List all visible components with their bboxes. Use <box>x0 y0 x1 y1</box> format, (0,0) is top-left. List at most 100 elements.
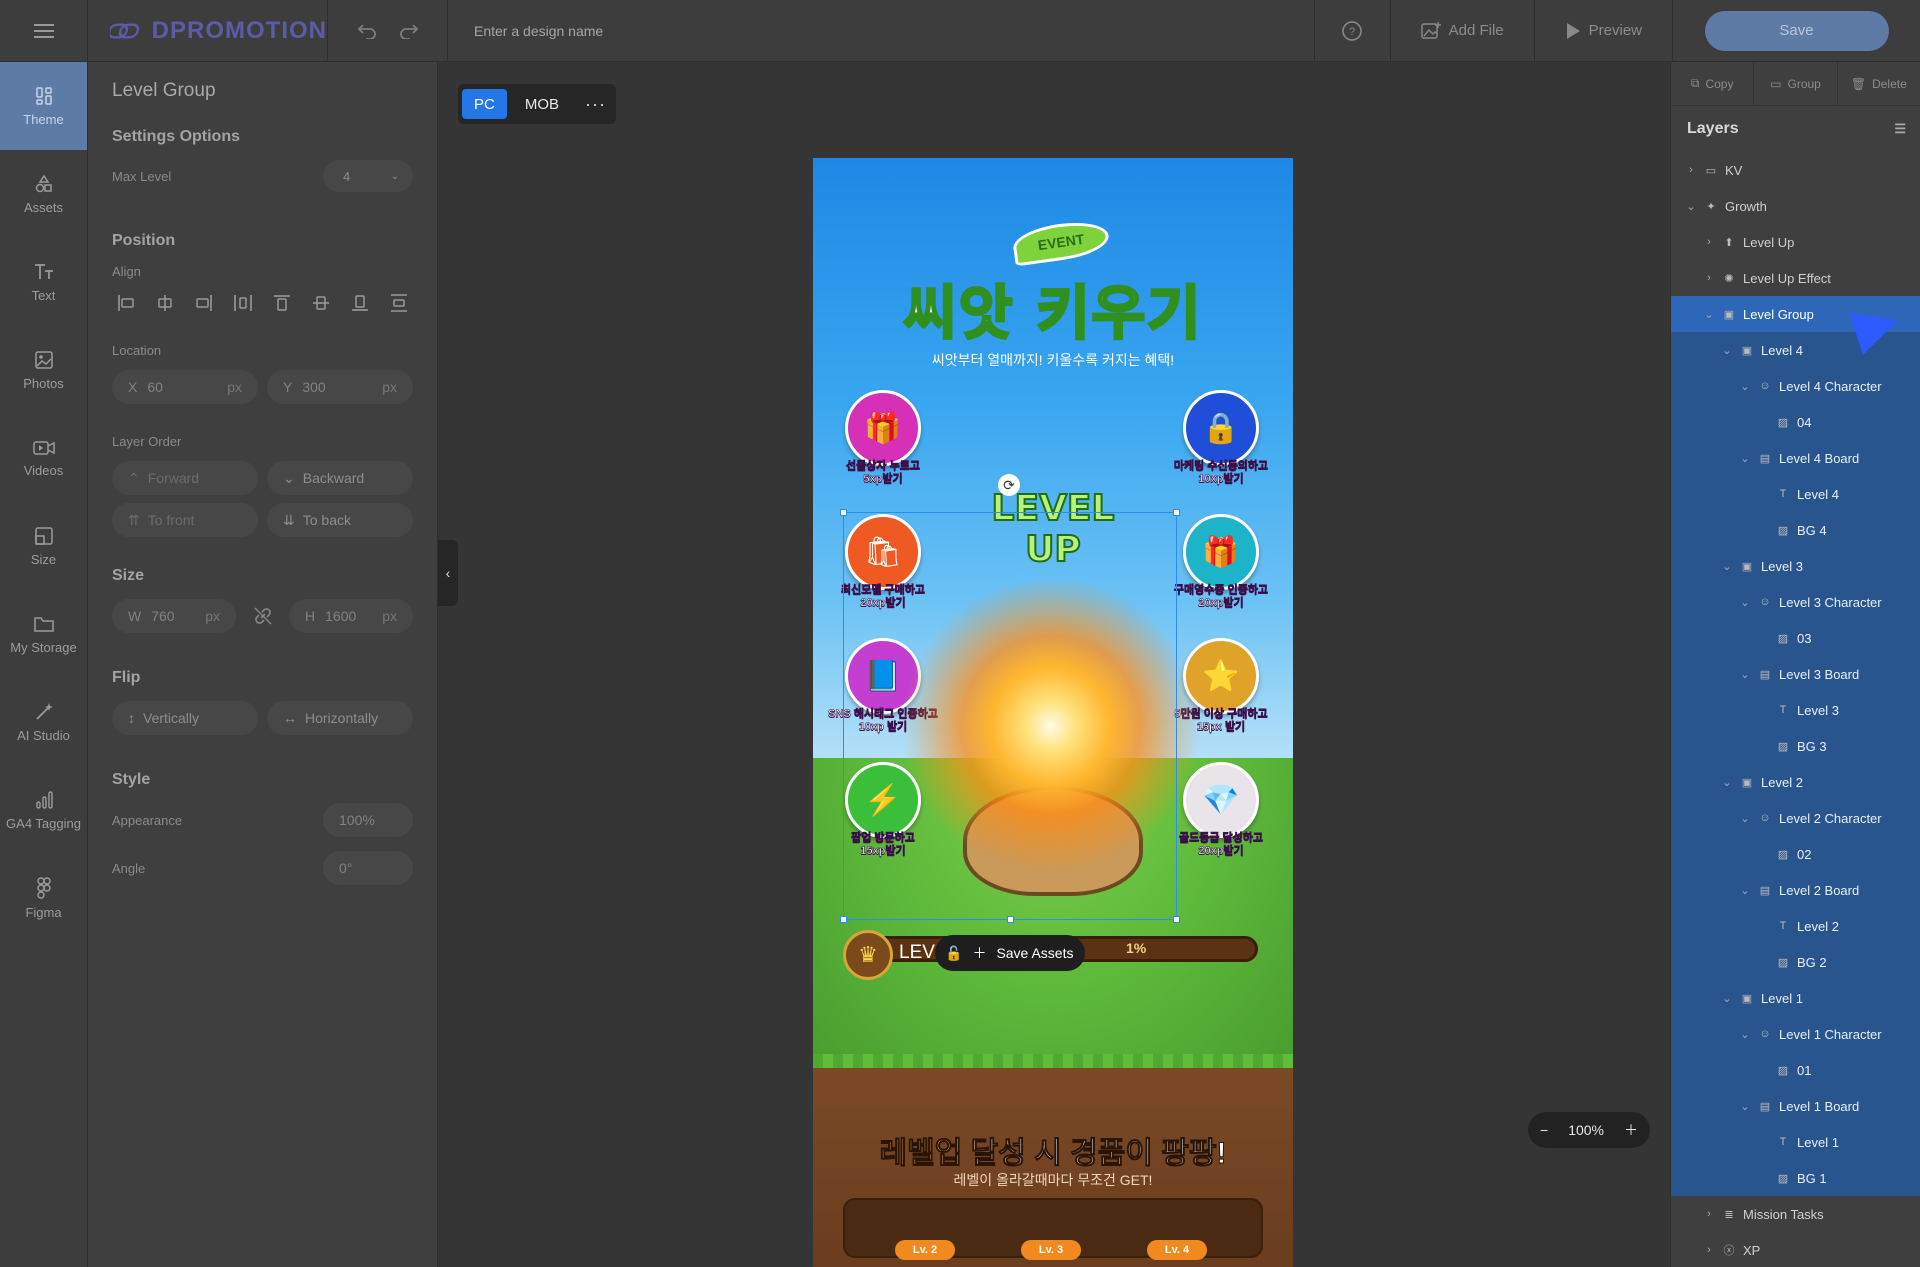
chevron-down-icon[interactable]: ⌄ <box>1739 812 1751 825</box>
unlink-icon[interactable] <box>253 606 273 626</box>
nav-theme[interactable]: Theme <box>0 62 87 150</box>
chevron-down-icon[interactable]: ⌄ <box>1739 884 1751 897</box>
unlock-icon[interactable]: 🔓 <box>945 945 962 962</box>
mission-marketing-consent[interactable]: 🔒 마케팅 수신동의하고 10xp받기 <box>1161 390 1281 486</box>
canvas[interactable]: PC MOB ··· ‹ EVENT 씨앗 키우기 씨앗부터 열매까지! 키울수… <box>438 62 1670 1267</box>
layer-row[interactable]: T Level 2 <box>1671 908 1920 944</box>
copy-button[interactable]: ⧉ Copy <box>1671 61 1755 106</box>
help-button[interactable]: ? <box>1313 0 1390 62</box>
nav-videos[interactable]: Videos <box>0 414 87 502</box>
mission-receipt[interactable]: 🎁 구매영수증 인증하고 20xp받기 <box>1161 514 1281 610</box>
resize-handle[interactable] <box>840 509 847 516</box>
layer-row[interactable]: ▨ BG 2 <box>1671 944 1920 980</box>
nav-text[interactable]: Text <box>0 238 87 326</box>
design-artboard[interactable]: EVENT 씨앗 키우기 씨앗부터 열매까지! 키울수록 커지는 혜택! 🎁 선… <box>813 158 1293 1267</box>
chevron-down-icon[interactable]: ⌄ <box>1739 1028 1751 1041</box>
layer-row[interactable]: ⌄ ☺ Level 1 Character <box>1671 1016 1920 1052</box>
chevron-down-icon[interactable]: ⌄ <box>1739 1100 1751 1113</box>
chevron-down-icon[interactable]: ⌄ <box>1703 308 1715 321</box>
chevron-right-icon[interactable]: › <box>1703 1208 1715 1220</box>
group-button[interactable]: ▭ Group <box>1754 61 1838 106</box>
layer-row[interactable]: ⌄ ▣ Level 1 <box>1671 980 1920 1016</box>
chevron-right-icon[interactable]: › <box>1685 164 1697 176</box>
redo-icon[interactable] <box>399 23 419 39</box>
chevron-right-icon[interactable]: › <box>1703 272 1715 284</box>
add-file-button[interactable]: Add File <box>1389 0 1534 62</box>
nav-ai-studio[interactable]: AI Studio <box>0 678 87 766</box>
layer-row[interactable]: ▨ BG 3 <box>1671 728 1920 764</box>
align-right-icon[interactable] <box>194 293 214 313</box>
align-bottom-icon[interactable] <box>350 293 370 313</box>
layer-row[interactable]: ⌄ ✦ Growth <box>1671 188 1920 224</box>
layer-row[interactable]: T Level 4 <box>1671 476 1920 512</box>
layer-row[interactable]: T Level 3 <box>1671 692 1920 728</box>
menu-button[interactable] <box>0 0 88 62</box>
more-options-icon[interactable]: ··· <box>585 94 606 115</box>
chevron-down-icon[interactable]: ⌄ <box>1739 380 1751 393</box>
layer-row[interactable]: ⌄ ▤ Level 1 Board <box>1671 1088 1920 1124</box>
chevron-down-icon[interactable]: ⌄ <box>1721 776 1733 789</box>
height-input[interactable]: H 1600 px <box>289 599 413 633</box>
layer-row[interactable]: › ≣ Mission Tasks <box>1671 1196 1920 1232</box>
align-left-icon[interactable] <box>116 293 136 313</box>
to-back-button[interactable]: ⇊ To back <box>267 503 413 537</box>
nav-photos[interactable]: Photos <box>0 326 87 414</box>
resize-handle[interactable] <box>1173 509 1180 516</box>
max-level-select[interactable]: 4 ⌄ <box>323 160 413 192</box>
layer-row[interactable]: ▨ BG 4 <box>1671 512 1920 548</box>
collapse-all-icon[interactable]: ☰ <box>1894 121 1906 137</box>
resize-handle[interactable] <box>840 916 847 923</box>
layer-row[interactable]: ▨ BG 1 <box>1671 1160 1920 1196</box>
layer-row[interactable]: ⌄ ▣ Level 2 <box>1671 764 1920 800</box>
distribute-h-icon[interactable] <box>233 293 253 313</box>
collapse-panel-button[interactable]: ‹ <box>438 540 458 606</box>
layer-row[interactable]: › ✺ Level Up Effect <box>1671 260 1920 296</box>
chevron-right-icon[interactable]: › <box>1703 236 1715 248</box>
zoom-in-icon[interactable]: ＋ <box>1624 1120 1638 1140</box>
chevron-down-icon[interactable]: ⌄ <box>1721 344 1733 357</box>
to-front-button[interactable]: ⇈ To front <box>112 503 258 537</box>
flip-horizontally-button[interactable]: ↔ Horizontally <box>267 701 413 735</box>
nav-figma[interactable]: Figma <box>0 854 87 942</box>
layer-row[interactable]: ⌄ ▤ Level 4 Board <box>1671 440 1920 476</box>
undo-icon[interactable] <box>357 23 377 39</box>
appearance-input[interactable]: 100% <box>323 803 413 837</box>
layer-row[interactable]: ⌄ ▤ Level 3 Board <box>1671 656 1920 692</box>
resize-handle[interactable] <box>1173 916 1180 923</box>
x-input[interactable]: X 60 px <box>112 370 258 404</box>
layer-row[interactable]: ⌄ ☺ Level 2 Character <box>1671 800 1920 836</box>
layer-row[interactable]: ▨ 01 <box>1671 1052 1920 1088</box>
save-assets-button[interactable]: Save Assets <box>996 945 1073 961</box>
layer-row[interactable]: ⌄ ☺ Level 3 Character <box>1671 584 1920 620</box>
layer-row[interactable]: ⌄ ▣ Level 3 <box>1671 548 1920 584</box>
width-input[interactable]: W 760 px <box>112 599 236 633</box>
layer-row[interactable]: ▨ 02 <box>1671 836 1920 872</box>
flip-vertically-button[interactable]: ↕ Vertically <box>112 701 258 735</box>
chevron-down-icon[interactable]: ⌄ <box>1739 452 1751 465</box>
layer-row[interactable]: › ▭ KV <box>1671 152 1920 188</box>
resize-handle[interactable] <box>1007 916 1014 923</box>
chevron-down-icon[interactable]: ⌄ <box>1685 200 1697 213</box>
layer-row[interactable]: ▨ 04 <box>1671 404 1920 440</box>
layer-row[interactable]: ⌄ ▤ Level 2 Board <box>1671 872 1920 908</box>
zoom-out-icon[interactable]: − <box>1540 1122 1548 1138</box>
distribute-v-icon[interactable] <box>389 293 409 313</box>
forward-button[interactable]: ⌃ Forward <box>112 461 258 495</box>
align-center-h-icon[interactable] <box>155 293 175 313</box>
layer-row[interactable]: T Level 1 <box>1671 1124 1920 1160</box>
align-middle-v-icon[interactable] <box>311 293 331 313</box>
design-name-input[interactable] <box>474 22 774 39</box>
chevron-down-icon[interactable]: ⌄ <box>1721 992 1733 1005</box>
nav-size[interactable]: Size <box>0 502 87 590</box>
layer-row[interactable]: › ⬆ Level Up <box>1671 224 1920 260</box>
save-button[interactable]: Save <box>1704 10 1889 51</box>
chevron-down-icon[interactable]: ⌄ <box>1721 560 1733 573</box>
nav-my-storage[interactable]: My Storage <box>0 590 87 678</box>
rotate-handle-icon[interactable]: ⟳ <box>998 474 1020 496</box>
device-pc-tab[interactable]: PC <box>462 89 507 119</box>
nav-assets[interactable]: Assets <box>0 150 87 238</box>
y-input[interactable]: Y 300 px <box>267 370 413 404</box>
layer-row[interactable]: › ⓧ XP <box>1671 1232 1920 1267</box>
chevron-down-icon[interactable]: ⌄ <box>1739 596 1751 609</box>
mission-gift-box[interactable]: 🎁 선물상자 누르고 5xp받기 <box>823 390 943 486</box>
